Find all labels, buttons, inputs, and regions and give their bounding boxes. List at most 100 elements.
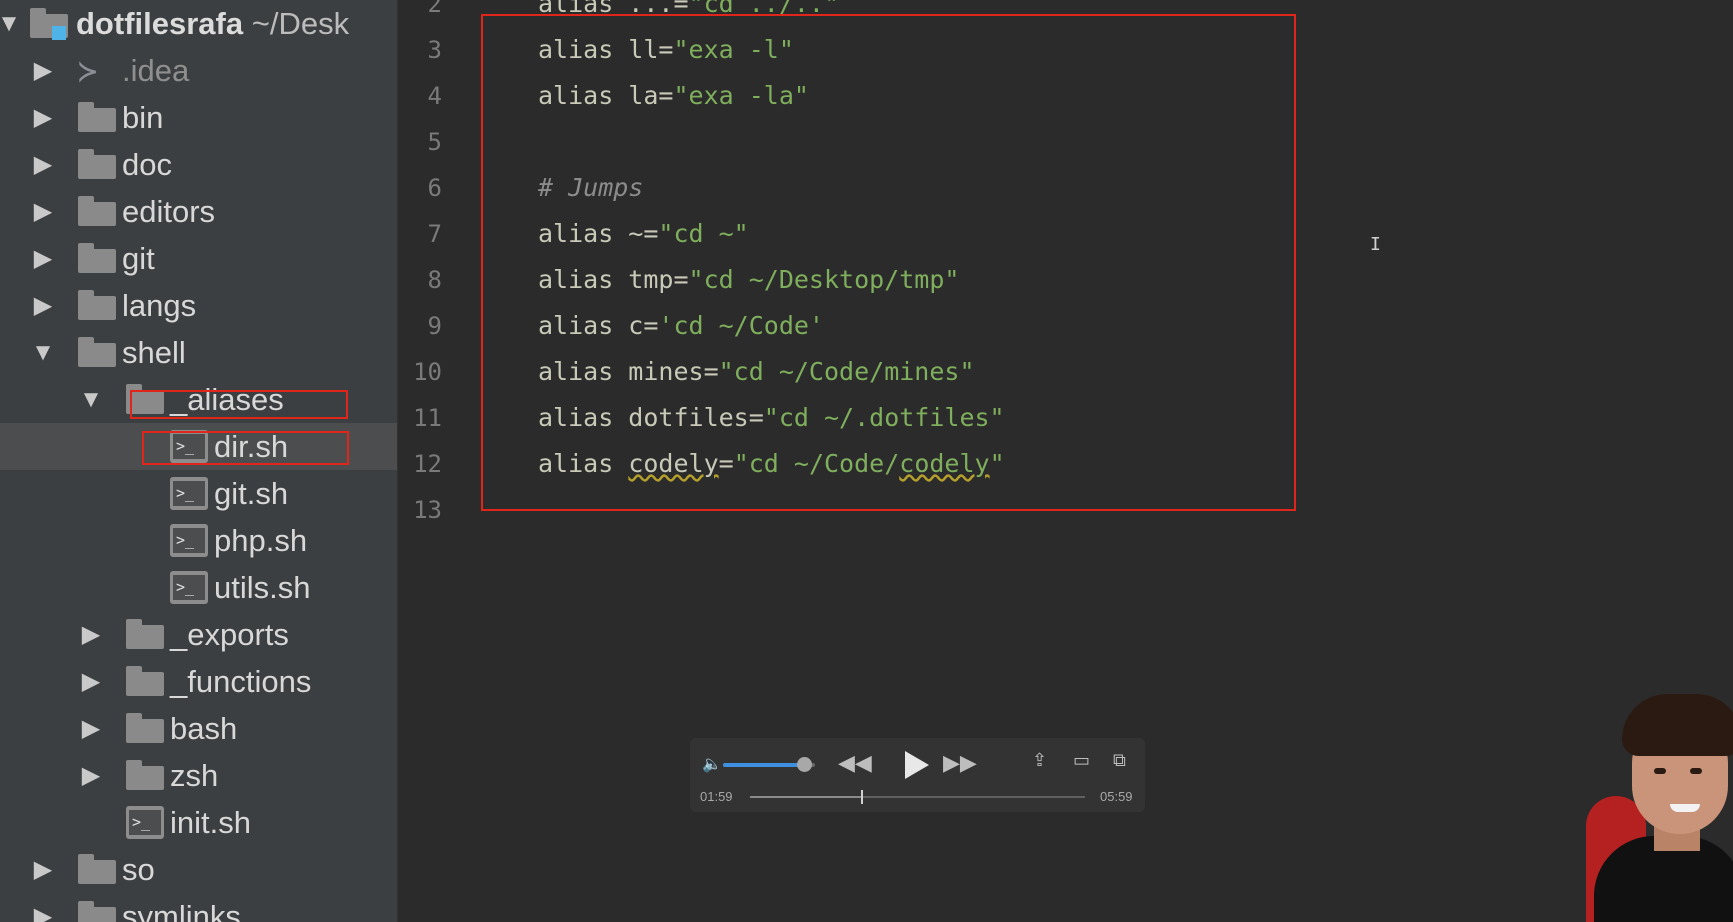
tree-item[interactable]: ▶ _functions (0, 658, 398, 705)
tree-item[interactable]: >_ php.sh (0, 517, 398, 564)
tree-item-label: git.sh (214, 476, 289, 511)
tree-item-label: symlinks (122, 899, 241, 922)
project-path: ~/Desk (251, 6, 350, 41)
picture-in-picture-icon[interactable]: ⧉ (1113, 750, 1126, 771)
folder-icon (78, 290, 116, 320)
line-number: 12 (413, 450, 442, 478)
tree-root-project[interactable]: ▼ dotfilesrafa ~/Desk (0, 0, 398, 47)
tree-item[interactable]: ▶ langs (0, 282, 398, 329)
expand-arrow-icon[interactable]: ▶ (28, 282, 58, 329)
line-number: 2 (427, 0, 442, 18)
collapse-arrow-icon[interactable]: ▼ (28, 329, 58, 376)
folder-icon (78, 337, 116, 367)
tree-item[interactable]: ▶ editors (0, 188, 398, 235)
text-cursor-icon: I (1370, 234, 1381, 255)
tree-item-label: langs (122, 288, 197, 323)
share-icon[interactable]: ⇪ (1032, 750, 1047, 771)
expand-arrow-icon[interactable]: ▶ (28, 893, 58, 922)
folder-icon (126, 760, 164, 790)
line-number: 4 (427, 82, 442, 110)
folder-icon (78, 149, 116, 179)
expand-arrow-icon[interactable]: ▶ (28, 235, 58, 282)
volume-slider[interactable] (723, 757, 815, 772)
webcam-overlay (1572, 686, 1733, 922)
folder-icon (126, 666, 164, 696)
tree-item-label: php.sh (214, 523, 308, 558)
tree-item-label: git (122, 241, 155, 276)
tree-item-label: utils.sh (214, 570, 311, 605)
tree-item[interactable]: ▼ shell (0, 329, 398, 376)
annotation-box-code (481, 14, 1296, 511)
idea-config-icon: ≻ (78, 52, 98, 90)
volume-icon[interactable]: 🔈 (702, 754, 722, 774)
tree-item[interactable]: >_ utils.sh (0, 564, 398, 611)
folder-icon (78, 102, 116, 132)
folder-icon (78, 901, 116, 922)
expand-arrow-icon[interactable]: ▶ (28, 141, 58, 188)
line-number: 5 (427, 128, 442, 156)
annotation-box-aliases (130, 390, 348, 419)
tree-item[interactable]: >_ git.sh (0, 470, 398, 517)
shell-script-icon: >_ (126, 806, 164, 839)
expand-arrow-icon[interactable]: ▶ (76, 658, 106, 705)
fast-forward-icon[interactable]: ▶▶ (943, 750, 977, 776)
collapse-arrow-icon[interactable]: ▼ (76, 376, 106, 423)
tree-item[interactable]: ▶ bash (0, 705, 398, 752)
tree-item[interactable]: ▶ doc (0, 141, 398, 188)
tree-item-label: _exports (170, 617, 289, 652)
tree-item[interactable]: ▶ bin (0, 94, 398, 141)
tree-item-label: bash (170, 711, 238, 746)
expand-arrow-icon[interactable]: ▶ (28, 846, 58, 893)
expand-arrow-icon[interactable]: ▶ (76, 611, 106, 658)
volume-knob[interactable] (796, 757, 812, 772)
line-number: 10 (413, 358, 442, 386)
volume-level (723, 763, 804, 767)
folder-icon (78, 196, 116, 226)
collapse-arrow-icon[interactable]: ▼ (0, 0, 24, 47)
tree-item[interactable]: ▶ symlinks (0, 893, 398, 922)
line-number: 9 (427, 312, 442, 340)
expand-arrow-icon[interactable]: ▶ (76, 705, 106, 752)
play-icon[interactable] (905, 751, 929, 779)
line-number: 6 (427, 174, 442, 202)
expand-arrow-icon[interactable]: ▶ (76, 752, 106, 799)
tree-item-label: zsh (170, 758, 219, 793)
folder-icon (126, 619, 164, 649)
rewind-icon[interactable]: ◀◀ (838, 750, 872, 776)
line-number: 3 (427, 36, 442, 64)
shell-script-icon: >_ (170, 524, 208, 557)
airplay-icon[interactable]: ▭ (1073, 750, 1090, 771)
tree-item-label: .idea (122, 53, 190, 88)
progress-fill (750, 796, 863, 798)
folder-icon (126, 713, 164, 743)
shell-script-icon: >_ (170, 477, 208, 510)
elapsed-time: 01:59 (700, 789, 733, 804)
tree-item[interactable]: ▶ so (0, 846, 398, 893)
project-name: dotfilesrafa (76, 6, 244, 41)
tree-item-label: editors (122, 194, 216, 229)
tree-item[interactable]: >_ init.sh (0, 799, 398, 846)
expand-arrow-icon[interactable]: ▶ (28, 94, 58, 141)
playhead[interactable] (861, 790, 864, 804)
folder-icon (78, 243, 116, 273)
tree-item[interactable]: ▶ ≻ .idea (0, 47, 398, 94)
expand-arrow-icon[interactable]: ▶ (28, 47, 58, 94)
tree-item[interactable]: ▶ git (0, 235, 398, 282)
video-player-controls: 🔈 ◀◀ ▶▶ ⇪ ▭ ⧉ 01:59 05:59 (690, 738, 1145, 812)
tree-item-label: _functions (170, 664, 312, 699)
folder-icon (78, 854, 116, 884)
line-number: 7 (427, 220, 442, 248)
line-number: 13 (413, 496, 442, 524)
progress-scrubber[interactable] (750, 790, 1085, 804)
tree-item[interactable]: ▶ _exports (0, 611, 398, 658)
tree-item-label: doc (122, 147, 172, 182)
expand-arrow-icon[interactable]: ▶ (28, 188, 58, 235)
remaining-time: 05:59 (1100, 789, 1133, 804)
line-number: 11 (413, 404, 442, 432)
project-badge-icon (52, 26, 66, 40)
tree-item-label: init.sh (170, 805, 251, 840)
annotation-box-dir-sh (142, 431, 349, 465)
tree-item-label: so (122, 852, 155, 887)
line-number: 8 (427, 266, 442, 294)
tree-item[interactable]: ▶ zsh (0, 752, 398, 799)
